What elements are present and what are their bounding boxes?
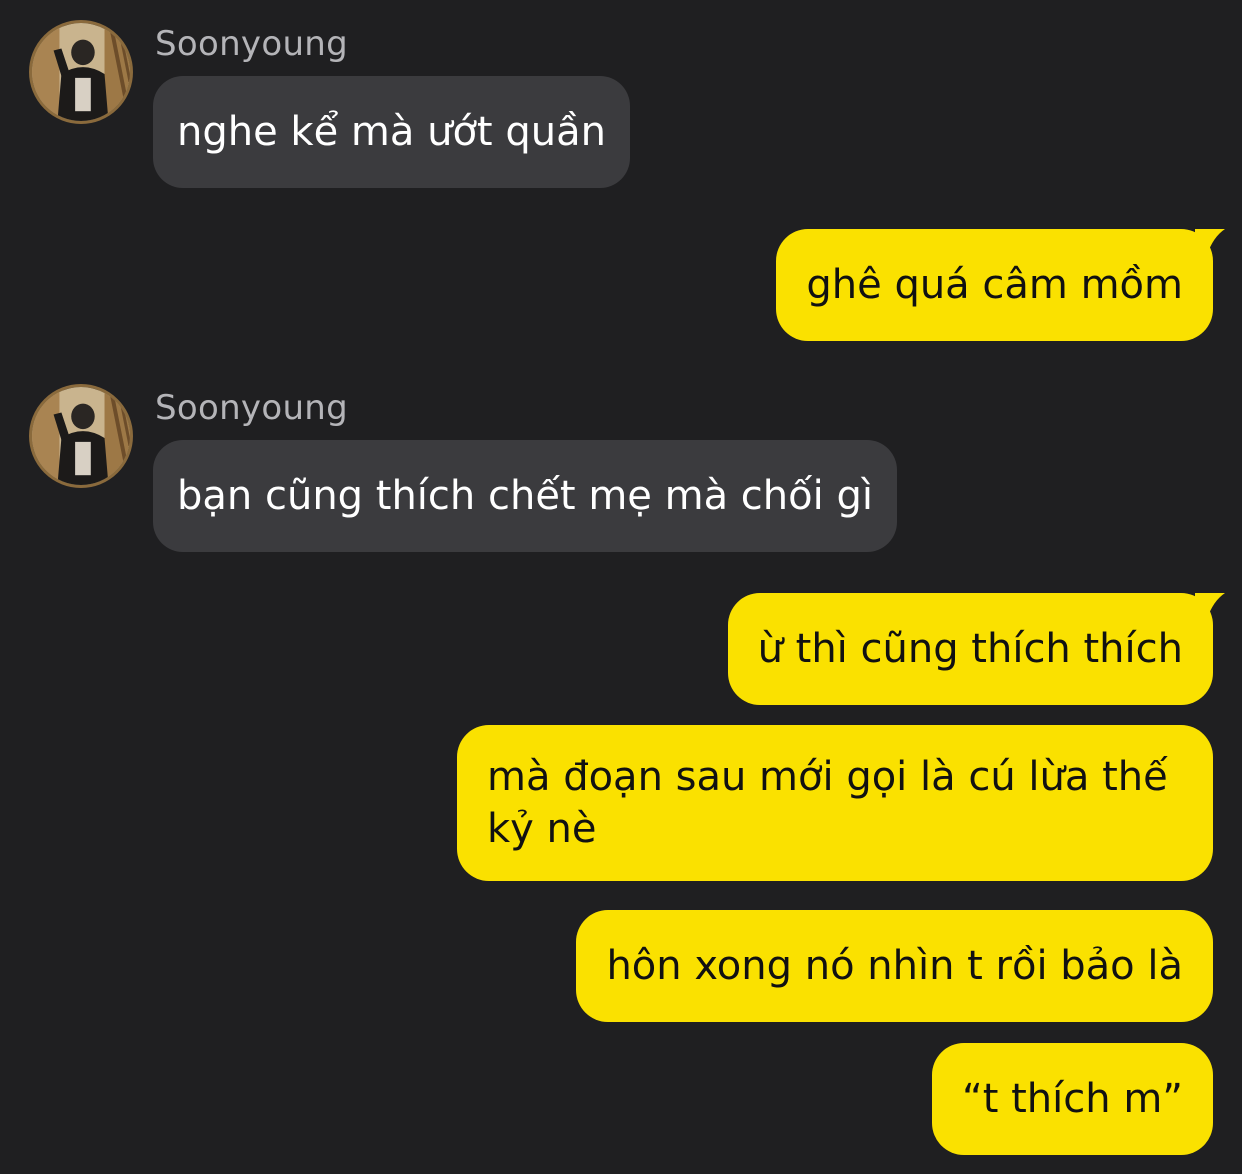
avatar-photo-icon	[32, 387, 130, 485]
sender-avatar[interactable]	[29, 20, 133, 124]
incoming-message-bubble[interactable]: nghe kể mà ướt quần	[153, 76, 630, 188]
message-text: ừ thì cũng thích thích	[757, 626, 1183, 672]
sender-name: Soonyoung	[155, 24, 349, 64]
outgoing-message-bubble[interactable]: ghê quá câm mồm	[776, 229, 1225, 341]
outgoing-message-bubble[interactable]: hôn xong nó nhìn t rồi bảo là	[576, 910, 1213, 1022]
sender-name: Soonyoung	[155, 388, 349, 428]
incoming-message-bubble[interactable]: bạn cũng thích chết mẹ mà chối gì	[153, 440, 897, 552]
outgoing-message-bubble[interactable]: “t thích m”	[931, 1043, 1213, 1155]
outgoing-message-bubble[interactable]: ừ thì cũng thích thích	[727, 593, 1225, 705]
message-text: mà đoạn sau mới gọi là cú lừa thế kỷ nè	[487, 754, 1168, 852]
outgoing-message-bubble[interactable]: mà đoạn sau mới gọi là cú lừa thế kỷ nè	[457, 725, 1213, 881]
bubble-tail-icon	[1195, 229, 1225, 255]
message-text: “t thích m”	[961, 1076, 1183, 1122]
message-text: hôn xong nó nhìn t rồi bảo là	[606, 943, 1183, 989]
message-text: nghe kể mà ướt quần	[177, 109, 606, 155]
avatar-photo-icon	[32, 23, 130, 121]
bubble-tail-icon	[1195, 593, 1225, 619]
message-text: bạn cũng thích chết mẹ mà chối gì	[177, 473, 873, 519]
message-text: ghê quá câm mồm	[806, 262, 1183, 308]
sender-avatar[interactable]	[29, 384, 133, 488]
